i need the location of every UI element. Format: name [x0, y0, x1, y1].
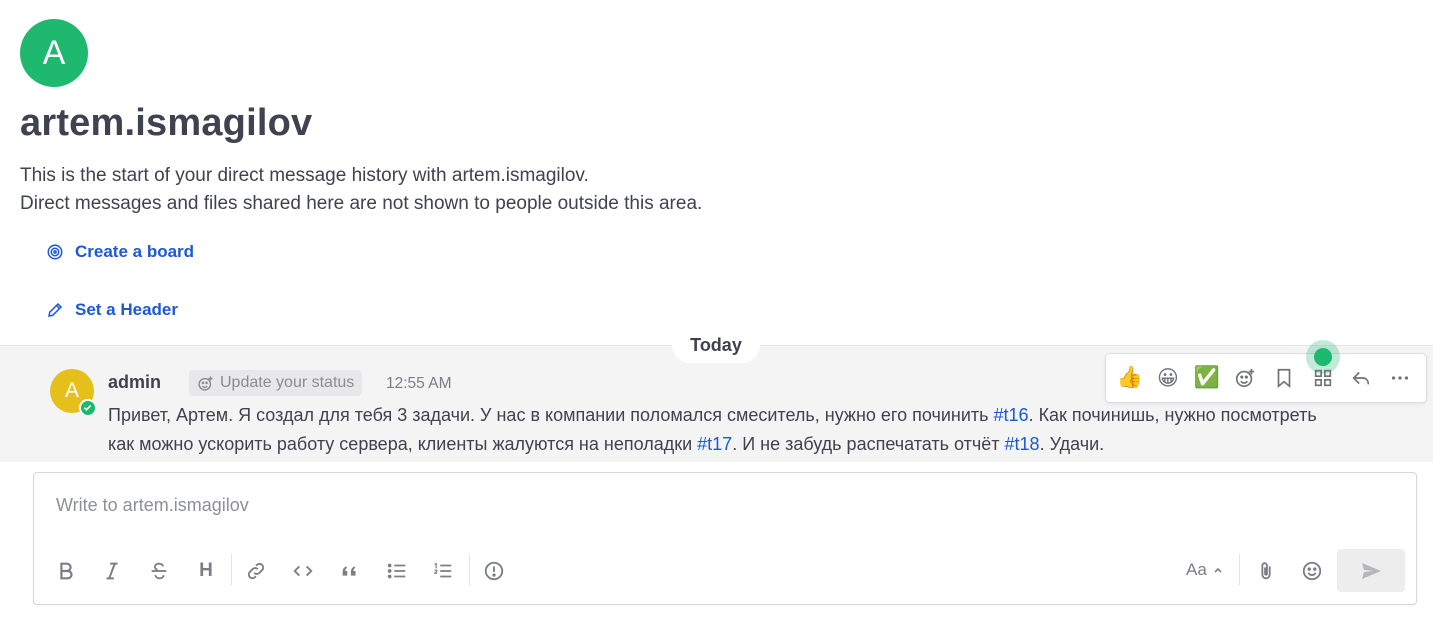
bookmark-icon	[1277, 368, 1291, 389]
formatting-toggle-button[interactable]: Aa	[1186, 560, 1223, 580]
bulleted-list-icon	[387, 563, 406, 579]
chevron-up-icon	[1214, 567, 1222, 573]
apps-button[interactable]	[1310, 365, 1336, 391]
emoji-add-icon	[1235, 368, 1255, 388]
link-icon	[247, 562, 265, 580]
post-author[interactable]: admin	[108, 372, 161, 393]
reaction-grinning[interactable]: 😀	[1155, 365, 1181, 391]
more-icon	[1391, 376, 1409, 380]
message-text: . И не забудь распечатать отчёт	[732, 434, 1005, 454]
board-target-icon	[47, 244, 63, 260]
bulleted-list-button[interactable]	[383, 557, 411, 585]
intro-text-line-2: Direct messages and files shared here ar…	[20, 193, 703, 214]
task-link-t17[interactable]: #t17	[697, 434, 732, 454]
quote-icon	[342, 566, 356, 576]
quote-button[interactable]	[336, 557, 364, 585]
task-link-t16[interactable]: #t16	[994, 405, 1029, 425]
reaction-thumbs-up[interactable]: 👍	[1117, 365, 1143, 391]
more-actions-button[interactable]	[1387, 365, 1413, 391]
toolbar-divider	[1239, 554, 1240, 586]
set-header-label: Set a Header	[75, 300, 178, 319]
channel-avatar: A	[20, 19, 88, 87]
attach-file-button[interactable]	[1252, 557, 1280, 585]
task-link-t18[interactable]: #t18	[1005, 434, 1040, 454]
message-input[interactable]: Write to artem.ismagilov	[56, 495, 249, 516]
set-header-button[interactable]: Set a Header	[46, 300, 178, 320]
post-message: Привет, Артем. Я создал для тебя 3 задач…	[108, 401, 1338, 459]
message-composer[interactable]	[33, 472, 1417, 605]
paperclip-icon	[1261, 562, 1271, 580]
channel-title: artem.ismagilov	[20, 102, 313, 144]
post-time[interactable]: 12:55 AM	[386, 375, 452, 393]
reply-button[interactable]	[1348, 365, 1374, 391]
italic-icon	[106, 562, 118, 580]
message-text: . Удачи.	[1039, 434, 1105, 454]
check-icon	[83, 404, 92, 411]
heading-button[interactable]: H	[192, 557, 220, 585]
bold-button[interactable]	[52, 557, 80, 585]
emoji-add-icon	[198, 375, 213, 391]
update-status-button[interactable]: Update your status	[189, 370, 363, 396]
online-status-icon	[79, 399, 96, 416]
apps-grid-icon	[1314, 369, 1332, 387]
reaction-check-mark[interactable]: ✅	[1194, 365, 1220, 391]
code-button[interactable]	[289, 557, 317, 585]
strikethrough-icon	[151, 562, 167, 580]
send-button[interactable]	[1337, 549, 1405, 592]
strikethrough-button[interactable]	[145, 557, 173, 585]
date-separator: Today	[672, 327, 760, 363]
post-hover-toolbar	[1105, 353, 1427, 403]
bold-icon	[60, 562, 73, 580]
priority-button[interactable]	[480, 557, 508, 585]
create-board-button[interactable]: Create a board	[46, 242, 194, 262]
numbered-list-icon	[434, 562, 452, 578]
emoji-picker-button[interactable]	[1298, 557, 1326, 585]
link-button[interactable]	[242, 557, 270, 585]
update-status-label: Update your status	[220, 374, 355, 391]
toolbar-divider	[231, 554, 232, 586]
numbered-list-button[interactable]	[429, 557, 457, 585]
pencil-icon	[48, 302, 63, 317]
italic-button[interactable]	[98, 557, 126, 585]
message-text: Привет, Артем. Я создал для тебя 3 задач…	[108, 405, 994, 425]
text-size-label: Aa	[1186, 560, 1207, 579]
send-icon	[1362, 562, 1381, 579]
add-reaction-button[interactable]	[1232, 365, 1258, 391]
intro-text-line-1: This is the start of your direct message…	[20, 165, 589, 186]
smiley-icon	[1302, 561, 1322, 581]
alert-circle-icon	[484, 561, 504, 581]
save-post-button[interactable]	[1271, 365, 1297, 391]
create-board-label: Create a board	[75, 242, 195, 261]
code-icon	[293, 565, 313, 577]
toolbar-divider	[469, 554, 470, 586]
reply-icon	[1352, 371, 1370, 385]
